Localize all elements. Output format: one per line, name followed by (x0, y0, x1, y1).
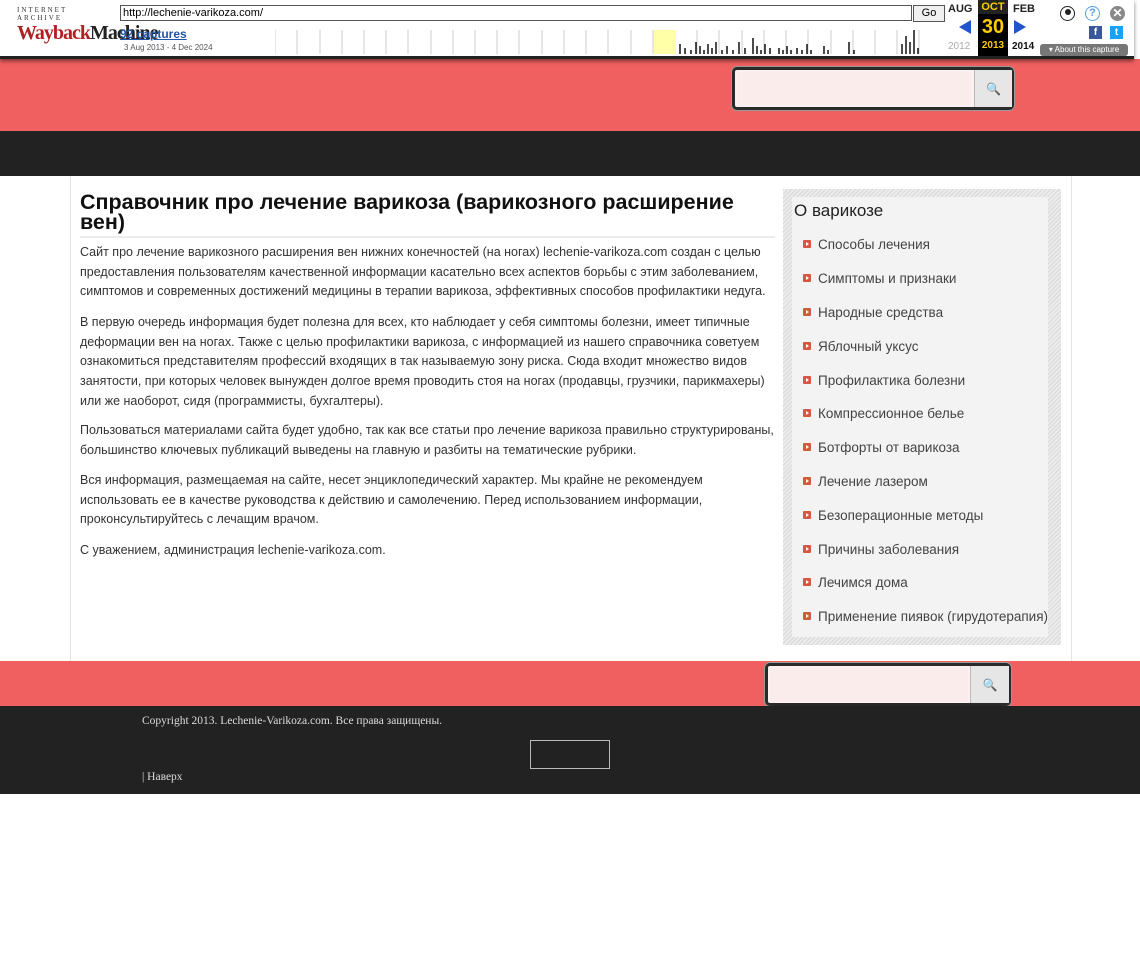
bullet-arrow-icon (803, 409, 811, 418)
sidebar-item-compression[interactable]: Компрессионное белье (803, 404, 964, 424)
audience-paragraph: В первую очередь информация будет полезн… (80, 315, 765, 408)
wayback-logo-text: WaybackMachine (17, 22, 158, 44)
wayback-current-year: 2013 (981, 40, 1005, 51)
user-icon[interactable] (1060, 6, 1075, 21)
wayback-current-capture: OCT 30 2013 (978, 0, 1008, 56)
next-capture-arrow-icon[interactable] (1014, 20, 1026, 34)
sidebar-item-treatment-methods[interactable]: Способы лечения (803, 235, 930, 255)
bullet-arrow-icon (803, 578, 811, 587)
wayback-capture-range: 3 Aug 2013 - 4 Dec 2024 (124, 43, 213, 52)
page-title: Справочник про лечение варикоза (варикоз… (80, 190, 734, 234)
bullet-arrow-icon (803, 274, 811, 283)
bullet-arrow-icon (803, 443, 811, 452)
wayback-logo-top: INTERNET ARCHIVE (17, 6, 68, 22)
close-icon[interactable]: ✕ (1110, 6, 1125, 21)
copyright-text: Copyright 2013. Lechenie-Varikoza.com. В… (142, 715, 443, 727)
wayback-go-button[interactable]: Go (913, 5, 945, 22)
wayback-prev-month[interactable]: AUG (948, 3, 972, 15)
sidebar-item-label: Применение пиявок (гирудотерапия) (818, 609, 1049, 624)
sidebar-item-label: Лечение лазером (818, 474, 928, 489)
about-capture-label: About this capture (1054, 45, 1120, 54)
title-divider (80, 236, 775, 238)
wayback-toolbar: INTERNET ARCHIVE WaybackMachine http://l… (0, 0, 1134, 59)
sidebar-item-apple-vinegar[interactable]: Яблочный уксус (803, 337, 919, 357)
bullet-arrow-icon (803, 342, 811, 351)
sidebar-item-causes[interactable]: Причины заболевания (803, 540, 959, 560)
intro-paragraph: Сайт про лечение варикозного расширения … (80, 245, 766, 299)
header-search-button[interactable]: 🔍 (974, 70, 1012, 107)
sidebar-item-leeches[interactable]: Применение пиявок (гирудотерапия) (803, 607, 1048, 627)
prev-capture-arrow-icon[interactable] (959, 20, 971, 34)
bullet-arrow-icon (803, 511, 811, 520)
header-search-form: 🔍 (732, 67, 1014, 110)
structure-paragraph: Пользоваться материалами сайта будет удо… (80, 423, 774, 457)
sidebar-item-label: Симптомы и признаки (818, 271, 957, 286)
footer-search-form: 🔍 (765, 663, 1011, 706)
twitter-icon[interactable]: t (1110, 26, 1123, 39)
wayback-capture-sparkline[interactable] (275, 30, 940, 54)
sidebar-item-label: Яблочный уксус (818, 339, 919, 354)
help-icon[interactable]: ? (1085, 6, 1100, 21)
counter-image[interactable] (530, 740, 610, 769)
sidebar-item-label: Ботфорты от варикоза (818, 440, 960, 455)
header-search-input[interactable] (737, 72, 971, 105)
disclaimer-paragraph: Вся информация, размещаемая на сайте, не… (80, 473, 703, 527)
sidebar-item-home-treatment[interactable]: Лечимся дома (803, 573, 908, 593)
wayback-logo-word: Wayback (17, 22, 91, 44)
footer-search-button[interactable]: 🔍 (970, 666, 1009, 703)
sidebar-item-label: Народные средства (818, 305, 944, 320)
sidebar-item-prevention[interactable]: Профилактика болезни (803, 371, 965, 391)
wayback-current-day: 30 (981, 16, 1005, 38)
sidebar-item-folk-remedies[interactable]: Народные средства (803, 303, 943, 323)
sidebar-item-label: Способы лечения (818, 237, 930, 252)
search-icon: 🔍 (982, 678, 998, 692)
bullet-arrow-icon (803, 612, 811, 621)
wayback-next-month[interactable]: FEB (1013, 3, 1035, 15)
signature-paragraph: С уважением, администрация lechenie-vari… (80, 543, 386, 557)
sidebar-item-label: Лечимся дома (818, 575, 908, 590)
about-capture-button[interactable]: ▾ About this capture (1040, 44, 1128, 56)
wayback-next-year[interactable]: 2014 (1012, 41, 1034, 52)
main-nav-bar (0, 131, 1140, 176)
wayback-current-month: OCT (978, 0, 1008, 14)
sidebar-title: О варикозе (794, 201, 884, 220)
facebook-icon[interactable]: f (1089, 26, 1102, 39)
bullet-arrow-icon (803, 477, 811, 486)
sidebar-item-symptoms[interactable]: Симптомы и признаки (803, 269, 956, 289)
bullet-arrow-icon (803, 240, 811, 249)
wayback-logo[interactable]: INTERNET ARCHIVE WaybackMachine (17, 6, 158, 46)
bullet-arrow-icon (803, 545, 811, 554)
wayback-captures-link[interactable]: 92 captures (120, 27, 187, 41)
sidebar-item-stockings[interactable]: Ботфорты от варикоза (803, 438, 960, 458)
footer-search-input[interactable] (770, 668, 968, 701)
bullet-arrow-icon (803, 376, 811, 385)
search-icon: 🔍 (986, 82, 1001, 96)
sidebar-item-label: Компрессионное белье (818, 406, 965, 421)
bullet-arrow-icon (803, 308, 811, 317)
sidebar-item-laser[interactable]: Лечение лазером (803, 472, 928, 492)
back-to-top-link[interactable]: | Наверх (142, 771, 183, 783)
wayback-prev-year[interactable]: 2012 (948, 41, 970, 52)
sidebar-item-label: Причины заболевания (818, 542, 960, 557)
sidebar-item-non-surgical[interactable]: Безоперационные методы (803, 506, 983, 526)
sidebar-item-label: Безоперационные методы (818, 508, 984, 523)
sidebar-item-label: Профилактика болезни (818, 373, 966, 388)
wayback-url-input[interactable]: http://lechenie-varikoza.com/ (120, 5, 912, 21)
